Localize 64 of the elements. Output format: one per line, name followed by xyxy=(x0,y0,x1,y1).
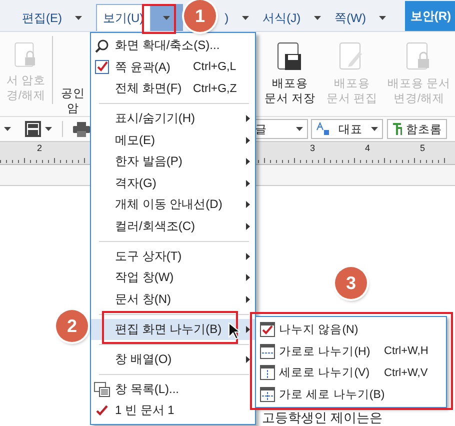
menu-item[interactable]: 1 빈 문서 1 xyxy=(91,400,255,422)
annotation-frame xyxy=(142,4,176,34)
menu-item[interactable]: 쪽(W) xyxy=(330,5,370,31)
ruler-number: 5 xyxy=(420,143,426,153)
step-badge: 2 xyxy=(56,310,88,342)
submenu-arrow-icon xyxy=(246,326,250,333)
caret-icon[interactable] xyxy=(75,16,82,20)
menu-item[interactable]: 화면 확대/축소(S)... xyxy=(91,35,255,56)
step-badge: 3 xyxy=(335,267,367,299)
caret-icon[interactable] xyxy=(379,16,386,20)
caret-icon[interactable] xyxy=(242,16,249,20)
caret-icon xyxy=(296,127,303,131)
menu-item[interactable]: 도구 상자(T) xyxy=(91,246,255,267)
menu-item[interactable]: 격자(G) xyxy=(91,172,255,194)
font-dropdown[interactable]: 함초롬 xyxy=(387,119,447,139)
menu-item[interactable]: 개체 이동 안내선(D) xyxy=(91,194,255,216)
submenu-arrow-icon xyxy=(246,356,250,363)
submenu-arrow-icon xyxy=(246,296,250,303)
mouse-pointer-icon xyxy=(228,322,240,340)
ruler-number: 3 xyxy=(310,143,316,153)
step-badge: 1 xyxy=(184,0,216,32)
save-icon[interactable] xyxy=(25,121,41,137)
submenu-arrow-icon xyxy=(246,180,250,187)
menu-item[interactable]: 창 목록(L)... xyxy=(91,378,255,400)
menu-item[interactable]: 세로로 나누기(V) Ctrl+W,V xyxy=(256,362,446,384)
menu-item[interactable]: 컬러/회색조(C) xyxy=(91,216,255,237)
ribbon-button-label[interactable]: 공인 암 xyxy=(61,87,85,117)
style-dropdown[interactable]: 대표 xyxy=(311,119,383,139)
ruler-number: 2 xyxy=(37,143,42,153)
document-text: 고등학생인 제이는은 xyxy=(262,410,383,425)
menu-item[interactable]: 가로 세로 나누기(B) xyxy=(256,384,446,405)
menu-item[interactable]: 쪽 윤곽(A) Ctrl+G,L xyxy=(91,56,255,78)
submenu-arrow-icon xyxy=(246,274,250,282)
caret-icon[interactable] xyxy=(4,127,11,131)
caret-icon[interactable] xyxy=(45,127,52,131)
ruler-number: 4 xyxy=(365,143,370,153)
caret-icon xyxy=(163,16,170,20)
menu-item[interactable]: 문서 창(N) xyxy=(91,288,255,310)
window-list-icon xyxy=(94,382,110,397)
submenu-arrow-icon xyxy=(246,222,250,230)
printer-icon[interactable] xyxy=(73,122,90,136)
menu-item[interactable]: 나누지 않음(N) xyxy=(256,319,446,340)
menu-item[interactable]: 가로로 나누기(H) Ctrl+W,H xyxy=(256,340,446,362)
submenu-arrow-icon xyxy=(246,252,250,260)
submenu-arrow-icon xyxy=(246,158,250,166)
menu-item[interactable]: 서식(J) xyxy=(258,5,305,31)
menu-item[interactable]: 한자 발음(P) xyxy=(91,151,255,172)
font-icon xyxy=(392,122,402,136)
save-icon[interactable] xyxy=(277,42,303,72)
caret-icon xyxy=(371,127,378,131)
submenu-arrow-icon xyxy=(246,115,250,122)
menu-item[interactable]: ) xyxy=(220,5,233,31)
menu-item[interactable]: 전체 화면(F) Ctrl+G,Z xyxy=(91,78,255,100)
menu-item[interactable]: 편집(E) xyxy=(18,5,66,31)
submenu-arrow-icon xyxy=(246,136,250,144)
ribbon-button-label[interactable]: 배포용 문서 저장 xyxy=(264,77,316,107)
submenu-arrow-icon xyxy=(246,201,250,208)
menu-item[interactable]: 보안(R) xyxy=(405,1,455,31)
menu-item[interactable]: 편집 화면 나누기(B) xyxy=(91,318,255,340)
style-icon xyxy=(316,122,330,136)
search-icon xyxy=(95,38,109,53)
caret-icon[interactable] xyxy=(314,16,321,20)
menu-item[interactable]: 창 배열(O) xyxy=(91,348,255,370)
menu-item[interactable]: 작업 창(W) xyxy=(91,267,255,288)
